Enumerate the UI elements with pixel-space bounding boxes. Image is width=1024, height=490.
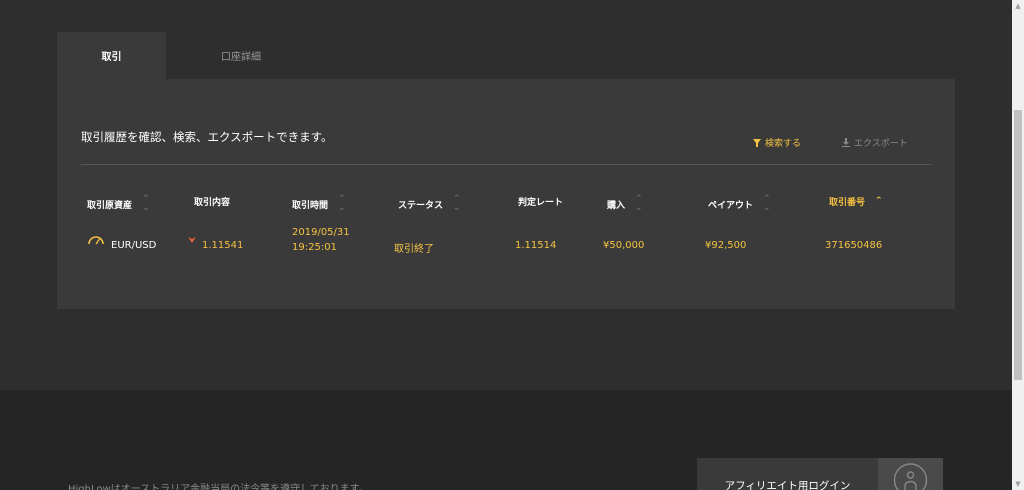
column-header-purchase-label: 購入 — [607, 200, 626, 211]
column-header-trade-id-label: 取引番号 — [829, 198, 866, 208]
affiliate-icon-button[interactable] — [878, 458, 943, 490]
footer-disclaimer: HighLowはオーストラリア金融当局の法令等を遵守しております。 — [68, 484, 369, 490]
arrow-down-icon — [188, 237, 196, 243]
scrollbar[interactable]: ▲ ▼ — [1012, 0, 1024, 490]
column-header-status[interactable]: ステータス ⌃ ⌄ — [398, 195, 461, 213]
sort-icon: ⌃ ⌄ — [763, 194, 771, 213]
main-section: 取引 口座詳細 取引履歴を確認、検索、エクスポートできます。 検索する エクスポ… — [0, 0, 1012, 390]
gauge-icon — [88, 236, 104, 245]
cell-asset: EUR/USD — [111, 240, 157, 251]
affiliate-login-label: アフィリエイト用ログイン — [724, 480, 851, 490]
tab-trades[interactable]: 取引 — [57, 32, 166, 79]
column-header-payout-label: ペイアウト — [708, 200, 754, 211]
scroll-up-icon[interactable]: ▲ — [1012, 0, 1024, 12]
cell-purchase: ¥50,000 — [603, 240, 645, 251]
column-header-rate-label: 判定レート — [518, 198, 564, 208]
trade-history-panel: 取引履歴を確認、検索、エクスポートできます。 検索する エクスポート 取引原資産… — [57, 79, 955, 309]
cell-payout: ¥92,500 — [705, 240, 747, 251]
cell-status: 取引終了 — [394, 244, 434, 255]
download-icon — [842, 138, 850, 147]
column-header-content: 取引内容 — [194, 195, 230, 208]
export-button[interactable]: エクスポート — [842, 136, 908, 149]
cell-rate: 1.11514 — [515, 240, 557, 251]
column-header-asset[interactable]: 取引原資産 ⌃ ⌄ — [87, 195, 150, 213]
tab-account-details-label: 口座詳細 — [221, 52, 261, 63]
column-header-status-label: ステータス — [398, 200, 444, 211]
column-header-purchase[interactable]: 購入 ⌃ ⌄ — [607, 195, 643, 213]
footer: HighLowはオーストラリア金融当局の法令等を遵守しております。 アフィリエイ… — [0, 390, 1012, 490]
tab-trades-label: 取引 — [101, 52, 122, 63]
column-header-rate: 判定レート — [518, 195, 563, 208]
sort-icon: ⌃ ⌄ — [635, 194, 643, 213]
filter-icon — [753, 138, 761, 147]
column-header-time-label: 取引時間 — [292, 200, 329, 211]
sort-icon: ⌃ ⌄ — [142, 194, 150, 213]
column-header-time[interactable]: 取引時間 ⌃ ⌄ — [292, 195, 346, 213]
divider — [81, 164, 931, 165]
cell-content: 1.11541 — [202, 240, 244, 251]
column-header-payout[interactable]: ペイアウト ⌃ ⌄ — [708, 195, 771, 213]
user-icon — [893, 463, 928, 490]
panel-description: 取引履歴を確認、検索、エクスポートできます。 — [81, 130, 333, 144]
column-header-asset-label: 取引原資産 — [87, 200, 133, 211]
column-header-trade-id[interactable]: 取引番号 ⌃ — [829, 195, 883, 209]
search-button[interactable]: 検索する — [753, 136, 801, 149]
tab-account-details[interactable]: 口座詳細 — [166, 32, 316, 79]
scroll-thumb[interactable] — [1014, 110, 1022, 380]
scroll-down-icon[interactable]: ▼ — [1012, 478, 1024, 490]
affiliate-login-button[interactable]: アフィリエイト用ログイン — [697, 458, 878, 490]
search-button-label: 検索する — [765, 139, 802, 149]
export-button-label: エクスポート — [854, 139, 908, 149]
sort-icon: ⌃ ⌄ — [453, 194, 461, 213]
cell-time: 19:25:01 — [292, 242, 337, 253]
column-header-content-label: 取引内容 — [194, 198, 231, 208]
page: 取引 口座詳細 取引履歴を確認、検索、エクスポートできます。 検索する エクスポ… — [0, 0, 1024, 490]
sort-icon: ⌃ — [875, 196, 883, 206]
sort-icon: ⌃ ⌄ — [338, 194, 346, 213]
cell-date: 2019/05/31 — [292, 227, 350, 238]
cell-trade-id: 371650486 — [825, 240, 883, 251]
